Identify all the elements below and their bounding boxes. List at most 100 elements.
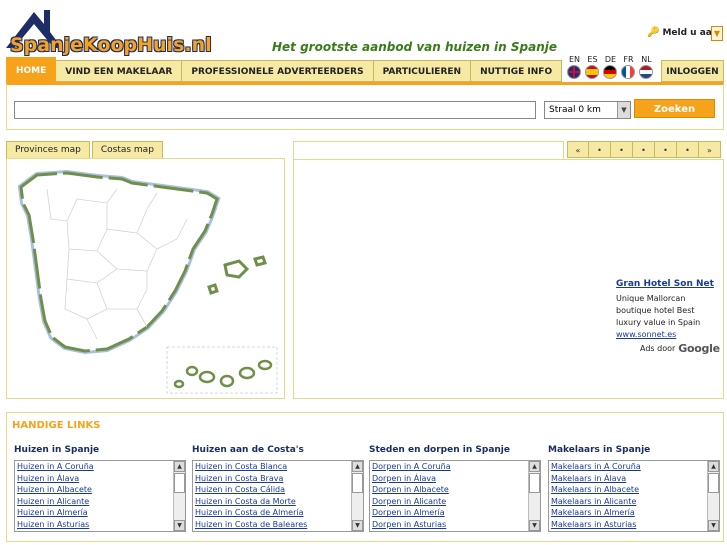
link-item[interactable]: Huizen in Almería [17,507,185,519]
ad-panel-header [293,141,564,159]
nav-item-professionele-adverteerders[interactable]: PROFESSIONELE ADVERTEERDERS [182,60,374,82]
search-input[interactable] [14,101,536,119]
scroll-up-icon[interactable]: ▲ [708,461,719,472]
scrollbar[interactable]: ▲ ▼ [707,461,719,531]
ad-title[interactable]: Gran Hotel Son Net [616,278,716,290]
spain-map[interactable] [6,158,285,399]
page: SpanjeKoopHuis.nl Het grootste aanbod va… [0,0,727,545]
nav-item-particulieren[interactable]: PARTICULIEREN [373,60,472,82]
scroll-thumb[interactable] [352,473,363,493]
link-item[interactable]: Dorpen in A Coruña [372,461,540,473]
links-column-title: Makelaars in Spanje [548,445,651,455]
scroll-up-icon[interactable]: ▲ [352,461,363,472]
google-logo: Google [678,342,720,355]
pager-dot-4[interactable]: • [655,141,677,158]
link-item[interactable]: Makelaars in Albacete [551,484,719,496]
links-column-title: Steden en dorpen in Spanje [369,445,510,455]
links-listbox[interactable]: Huizen in A Coruña Huizen in Álava Huizen … [14,460,186,532]
link-item[interactable]: Huizen in Costa da Morte [195,496,363,508]
links-listbox[interactable]: Makelaars in A Coruña Makelaars in Álava M… [548,460,720,532]
scrollbar[interactable]: ▲ ▼ [173,461,185,531]
link-item[interactable]: Huizen in Costa Blanca [195,461,363,473]
scroll-thumb[interactable] [708,473,719,493]
pager-dot-5[interactable]: • [677,141,699,158]
scroll-down-icon[interactable]: ▼ [174,520,185,531]
links-list: Huizen in A Coruña Huizen in Álava Huizen … [15,461,185,531]
login-dropdown-button[interactable]: ▼ [711,26,723,41]
link-item[interactable]: Huizen in Costa Cálida [195,484,363,496]
link-item[interactable]: Makelaars in Almería [551,507,719,519]
links-list: Dorpen in A Coruña Dorpen in Álava Dorpen … [370,461,540,531]
language-en[interactable]: EN [567,55,582,79]
search-button[interactable]: Zoeken [634,99,715,118]
key-icon: 🔑 [647,27,660,38]
ad-pager: «• • • • •» [567,141,721,158]
link-item[interactable]: Dorpen in Álava [372,473,540,485]
links-column-title: Huizen in Spanje [14,445,100,455]
spain-map-graphic [17,169,278,394]
scroll-up-icon[interactable]: ▲ [174,461,185,472]
link-item[interactable]: Huizen in A Coruña [17,461,185,473]
nav-item-vind-een-makelaar[interactable]: VIND EEN MAKELAAR [56,60,183,82]
radius-select[interactable]: Straal 0 km ▼ [544,101,631,119]
language-selector: EN ES DE FR NL [567,55,654,79]
tab-costas-map[interactable]: Costas map [91,141,163,158]
nav-item-nuttige-info[interactable]: NUTTIGE INFO [471,60,563,82]
links-column-title: Huizen aan de Costa's [192,445,304,455]
link-item[interactable]: Huizen in Alicante [17,496,185,508]
scroll-thumb[interactable] [174,473,185,493]
flag-nl-icon [639,65,653,79]
link-item[interactable]: Huizen in Costa de Baleares [195,519,363,531]
logo-text: SpanjeKoopHuis.nl [10,34,212,56]
scrollbar[interactable]: ▲ ▼ [528,461,540,531]
scroll-up-icon[interactable]: ▲ [529,461,540,472]
main-nav: HOME VIND EEN MAKELAAR PROFESSIONELE ADVER… [6,57,563,82]
flag-es-icon [585,65,599,79]
link-item[interactable]: Dorpen in Albacete [372,484,540,496]
login-tab[interactable]: INLOGGEN [661,60,724,82]
nav-item-home[interactable]: HOME [6,57,57,82]
link-item[interactable]: Huizen in Albacete [17,484,185,496]
pager-dot-3[interactable]: • [633,141,655,158]
tagline: Het grootste aanbod van huizen in Spanje [272,40,558,54]
chevron-down-icon: ▼ [617,102,630,118]
language-es[interactable]: ES [585,55,600,79]
ad-url[interactable]: www.sonnet.es [616,329,716,341]
pager-prev[interactable]: « [567,141,589,158]
pager-dot-2[interactable]: • [611,141,633,158]
language-code: EN [568,55,581,64]
link-item[interactable]: Huizen in Álava [17,473,185,485]
link-item[interactable]: Huizen in Costa de Almería [195,507,363,519]
tab-provinces-map[interactable]: Provinces map [6,141,90,158]
link-item[interactable]: Dorpen in Alicante [372,496,540,508]
ad-block[interactable]: Gran Hotel Son Net Unique Mallorcan bout… [616,278,716,341]
pager-next[interactable]: » [699,141,721,158]
link-item[interactable]: Makelaars in Alicante [551,496,719,508]
scroll-down-icon[interactable]: ▼ [352,520,363,531]
search-bar: Straal 0 km ▼ Zoeken [6,82,724,130]
scrollbar[interactable]: ▲ ▼ [351,461,363,531]
link-item[interactable]: Dorpen in Asturias [372,519,540,531]
link-item[interactable]: Makelaars in Asturias [551,519,719,531]
pager-dot-1[interactable]: • [589,141,611,158]
scroll-down-icon[interactable]: ▼ [708,520,719,531]
link-item[interactable]: Dorpen in Almería [372,507,540,519]
language-de[interactable]: DE [603,55,618,79]
site-logo[interactable]: SpanjeKoopHuis.nl [4,4,254,56]
scroll-thumb[interactable] [529,473,540,493]
link-item[interactable]: Makelaars in A Coruña [551,461,719,473]
link-item[interactable]: Huizen in Costa Brava [195,473,363,485]
link-item[interactable]: Makelaars in Álava [551,473,719,485]
ads-by-label: Ads door [640,344,676,353]
link-item[interactable]: Huizen in Asturias [17,519,185,531]
language-code: FR [623,55,634,64]
scroll-down-icon[interactable]: ▼ [529,520,540,531]
links-listbox[interactable]: Huizen in Costa Blanca Huizen in Costa Br… [192,460,364,532]
links-listbox[interactable]: Dorpen in A Coruña Dorpen in Álava Dorpen … [369,460,541,532]
language-nl[interactable]: NL [639,55,654,79]
language-fr[interactable]: FR [621,55,636,79]
ad-body: Unique Mallorcan boutique hotel Best lux… [616,294,701,327]
ads-by-google[interactable]: Ads door Google [640,342,720,355]
flag-fr-icon [621,65,635,79]
language-code: DE [604,55,617,64]
